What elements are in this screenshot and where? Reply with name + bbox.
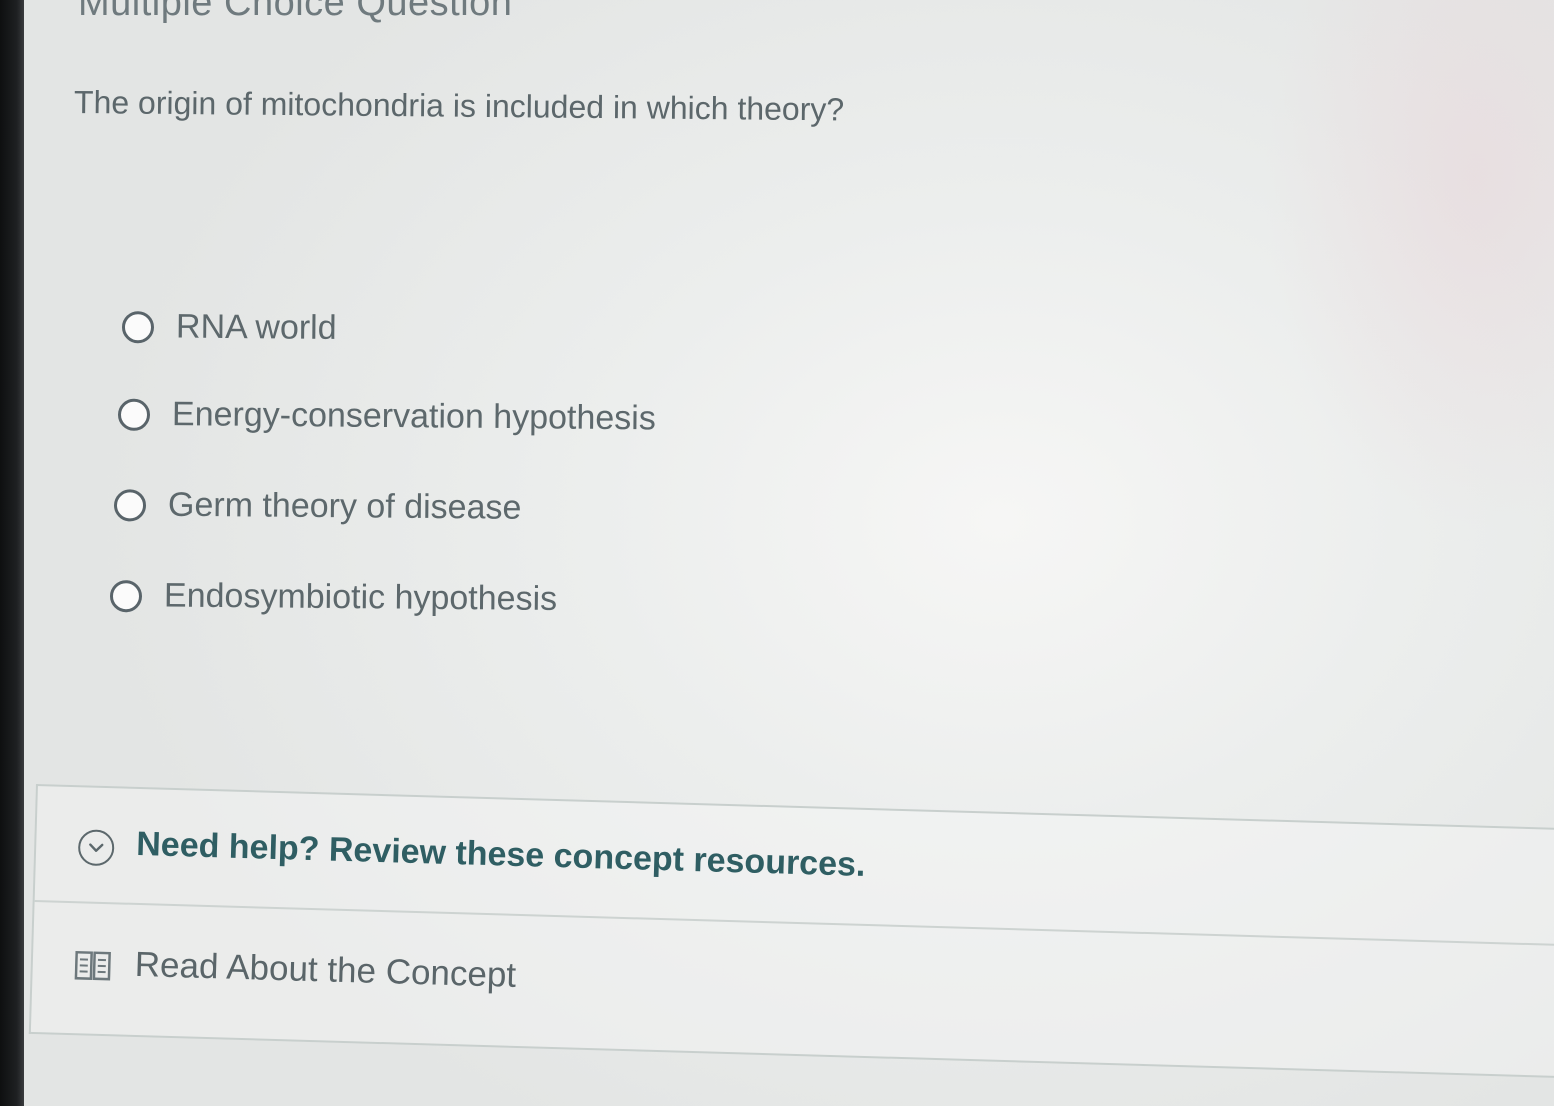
answer-option-endosymbiotic[interactable]: Endosymbiotic hypothesis <box>109 576 558 619</box>
answer-option-energy-conservation[interactable]: Energy-conservation hypothesis <box>117 395 656 439</box>
radio-button[interactable] <box>121 310 155 343</box>
page-title: Multiple Choice Question <box>78 0 513 24</box>
radio-button[interactable] <box>109 579 143 612</box>
answer-option-germ-theory[interactable]: Germ theory of disease <box>113 485 522 528</box>
chevron-down-circle-icon[interactable] <box>77 829 115 867</box>
screen-bezel <box>0 0 24 1106</box>
resource-label[interactable]: Read About the Concept <box>134 945 516 996</box>
radio-button[interactable] <box>117 398 151 431</box>
answer-option-label: Germ theory of disease <box>167 485 522 527</box>
answer-option-label: RNA world <box>175 307 337 347</box>
question-prompt: The origin of mitochondria is included i… <box>73 84 845 128</box>
answer-option-label: Endosymbiotic hypothesis <box>163 576 558 618</box>
book-icon <box>74 949 111 982</box>
answer-option-rna-world[interactable]: RNA world <box>121 307 337 348</box>
concept-resources-panel: Need help? Review these concept resource… <box>28 784 1554 1079</box>
answer-option-label: Energy-conservation hypothesis <box>171 395 656 438</box>
concept-resources-title[interactable]: Need help? Review these concept resource… <box>136 825 866 885</box>
radio-button[interactable] <box>113 488 147 522</box>
